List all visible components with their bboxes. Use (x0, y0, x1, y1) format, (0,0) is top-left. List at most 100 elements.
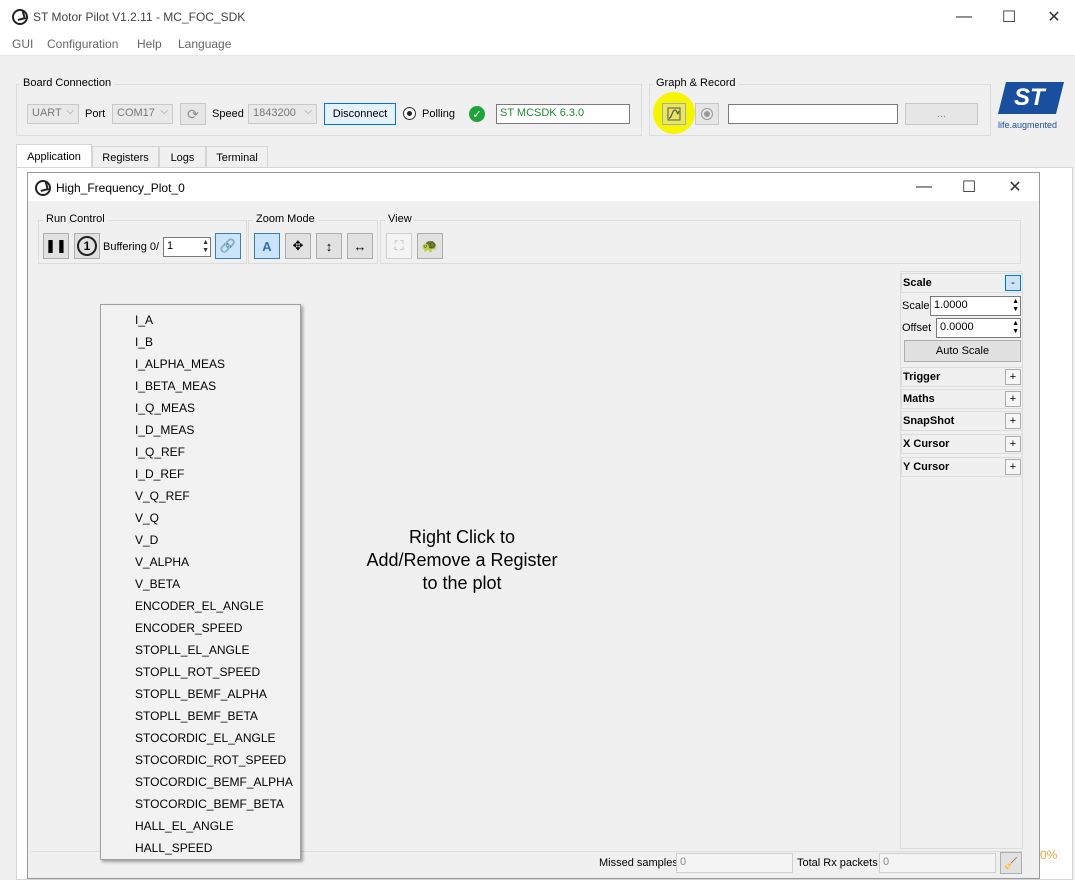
menu-help[interactable]: Help (137, 37, 162, 51)
chevron-down-icon: ⌵ (304, 106, 312, 117)
scale-collapse-button[interactable]: - (1005, 275, 1021, 291)
menu-item-stocordic-bemf-beta[interactable]: STOCORDIC_BEMF_BETA (135, 793, 284, 815)
menu-item-stocordic-rot-speed[interactable]: STOCORDIC_ROT_SPEED (135, 749, 286, 771)
speed-select[interactable]: 1843200 ⌵ (248, 104, 317, 124)
view-title: View (385, 213, 415, 225)
port-select[interactable]: COM17 ⌵ (112, 104, 173, 124)
menu-item-i-beta-meas[interactable]: I_BETA_MEAS (135, 375, 216, 397)
background-fragment: 0% (1040, 848, 1058, 862)
x-cursor-expand-button[interactable]: + (1005, 436, 1021, 452)
plot-maximize-button[interactable]: ☐ (946, 170, 992, 204)
browse-button[interactable]: ... (905, 103, 978, 125)
fit-view-icon: ⛶ (394, 238, 404, 253)
menu-language[interactable]: Language (178, 37, 231, 51)
menu-item-stocordic-bemf-alpha[interactable]: STOCORDIC_BEMF_ALPHA (135, 771, 293, 793)
menu-item-i-alpha-meas[interactable]: I_ALPHA_MEAS (135, 353, 225, 375)
menu-item-i-b[interactable]: I_B (135, 331, 153, 353)
menu-item-stopll-rot-speed[interactable]: STOPLL_ROT_SPEED (135, 661, 260, 683)
trigger-panel-header[interactable]: Trigger + (901, 367, 1023, 387)
zoom-y-button[interactable]: ↕ (316, 233, 342, 259)
menu-item-stopll-bemf-alpha[interactable]: STOPLL_BEMF_ALPHA (135, 683, 267, 705)
menu-item-i-d-ref[interactable]: I_D_REF (135, 463, 184, 485)
menu-item-encoder-speed[interactable]: ENCODER_SPEED (135, 617, 242, 639)
new-plot-button[interactable] (662, 103, 686, 125)
board-connection-title: Board Connection (20, 77, 115, 89)
menu-item-stopll-el-angle[interactable]: STOPLL_EL_ANGLE (135, 639, 250, 661)
polling-radio[interactable] (403, 107, 416, 120)
menu-item-hall-el-angle[interactable]: HALL_EL_ANGLE (135, 815, 234, 837)
maths-expand-button[interactable]: + (1005, 391, 1021, 407)
chevron-down-icon: ⌵ (66, 106, 74, 117)
plot-minimize-button[interactable]: — (901, 170, 947, 204)
tab-logs[interactable]: Logs (159, 146, 206, 168)
window-title: ST Motor Pilot V1.2.11 - MC_FOC_SDK (33, 10, 246, 24)
scale-panel-header: Scale - (901, 273, 1023, 293)
trigger-expand-button[interactable]: + (1005, 369, 1021, 385)
snapshot-expand-button[interactable]: + (1005, 413, 1021, 429)
menu-item-v-beta[interactable]: V_BETA (135, 573, 180, 595)
pause-button[interactable]: ❚❚ (43, 233, 69, 259)
close-button[interactable]: ✕ (1031, 0, 1075, 34)
menu-item-i-q-ref[interactable]: I_Q_REF (135, 441, 185, 463)
menu-gui[interactable]: GUI (12, 37, 33, 51)
missed-samples-label: Missed samples (599, 857, 678, 869)
menu-item-hall-speed[interactable]: HALL_SPEED (135, 837, 212, 859)
menu-item-v-d[interactable]: V_D (135, 529, 158, 551)
zoom-auto-button[interactable]: A (254, 233, 280, 259)
menu-item-i-a[interactable]: I_A (135, 309, 153, 331)
pause-icon: ❚❚ (45, 238, 67, 253)
scale-spinbox[interactable]: 1.0000 ▲ ▼ (930, 296, 1021, 316)
refresh-ports-button[interactable]: ⟳ (180, 103, 206, 125)
scale-label: Scale (902, 300, 930, 312)
record-path-field[interactable] (728, 104, 898, 124)
link-button[interactable]: 🔗 (215, 233, 241, 259)
plot-window-titlebar: High_Frequency_Plot_0 — ☐ ✕ (28, 173, 1039, 201)
spin-arrows-icon: ▲ ▼ (1012, 298, 1019, 313)
menu-item-stopll-bemf-beta[interactable]: STOPLL_BEMF_BETA (135, 705, 258, 727)
menu-configuration[interactable]: Configuration (47, 37, 118, 51)
graph-record-title: Graph & Record (653, 77, 739, 89)
plot-close-button[interactable]: ✕ (992, 170, 1038, 204)
refresh-icon: ⟳ (187, 105, 199, 122)
logo-tagline: life.augmented (998, 120, 1058, 130)
tab-terminal[interactable]: Terminal (206, 146, 268, 168)
link-icon: 🔗 (219, 238, 237, 253)
buffering-spinbox[interactable]: 1 ▲ ▼ (163, 237, 211, 257)
maths-panel-header[interactable]: Maths + (901, 389, 1023, 409)
tab-registers[interactable]: Registers (92, 146, 159, 168)
x-cursor-panel-header[interactable]: X Cursor + (901, 434, 1023, 454)
maximize-button[interactable]: ☐ (986, 0, 1032, 34)
menu-bar: GUI Configuration Help Language (0, 34, 1075, 56)
record-button[interactable] (695, 103, 719, 125)
menu-item-v-q[interactable]: V_Q (135, 507, 159, 529)
polling-label: Polling (422, 108, 456, 120)
snapshot-panel-header[interactable]: SnapShot + (901, 411, 1023, 431)
single-shot-button[interactable]: 1 (74, 233, 100, 259)
auto-scale-button[interactable]: Auto Scale (904, 340, 1021, 362)
tab-application[interactable]: Application (16, 144, 92, 168)
menu-item-encoder-el-angle[interactable]: ENCODER_EL_ANGLE (135, 595, 264, 617)
zoom-xy-button[interactable]: ✥ (285, 233, 311, 259)
disconnect-button[interactable]: Disconnect (324, 103, 396, 125)
chevron-down-icon: ⌵ (160, 106, 168, 117)
scale-value: 1.0000 (934, 299, 968, 311)
broom-icon: 🧹 (1004, 857, 1018, 870)
offset-spinbox[interactable]: 0.0000 ▲ ▼ (936, 318, 1021, 338)
y-cursor-expand-button[interactable]: + (1005, 459, 1021, 475)
y-cursor-panel-header[interactable]: Y Cursor + (901, 457, 1023, 477)
move-icon: ✥ (292, 238, 304, 253)
one-shot-icon: 1 (77, 236, 97, 256)
fit-view-button[interactable]: ⛶ (386, 233, 412, 259)
menu-item-i-q-meas[interactable]: I_Q_MEAS (135, 397, 195, 419)
protocol-select[interactable]: UART ⌵ (27, 104, 79, 124)
menu-item-i-d-meas[interactable]: I_D_MEAS (135, 419, 194, 441)
minimize-button[interactable]: — (941, 0, 987, 34)
record-icon (701, 108, 713, 120)
zoom-x-button[interactable]: ↔ (347, 233, 373, 259)
slow-mode-button[interactable]: 🐢 (417, 233, 443, 259)
menu-item-stocordic-el-angle[interactable]: STOCORDIC_EL_ANGLE (135, 727, 276, 749)
clear-counters-button[interactable]: 🧹 (1000, 852, 1022, 874)
menu-item-v-alpha[interactable]: V_ALPHA (135, 551, 189, 573)
menu-item-v-q-ref[interactable]: V_Q_REF (135, 485, 190, 507)
scale-panel-title: Scale (903, 277, 932, 289)
